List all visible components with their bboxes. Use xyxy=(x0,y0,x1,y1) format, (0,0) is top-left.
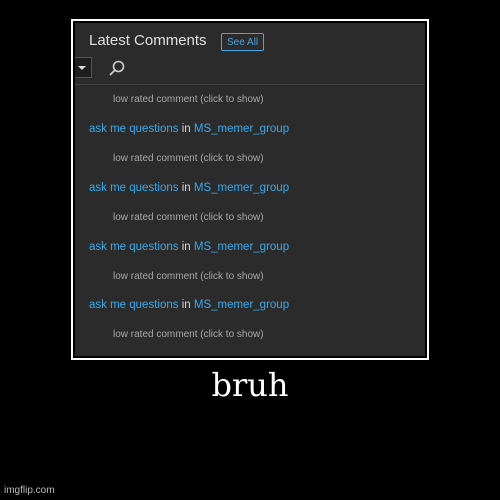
comment-title-link[interactable]: ask me questions xyxy=(89,299,179,311)
imgflip-watermark: imgflip.com xyxy=(4,485,55,496)
header-title: Latest Comments xyxy=(89,32,207,49)
chevron-down-icon xyxy=(78,66,86,70)
comment-row: ask me questions in MS_memer_group xyxy=(75,173,425,202)
comment-title-link[interactable]: ask me questions xyxy=(89,182,179,194)
comment-row: ask me questions in MS_memer_group xyxy=(75,232,425,261)
low-rated-comment[interactable]: low rated comment (click to show) xyxy=(75,261,425,290)
comments-toolbar xyxy=(75,51,425,85)
comment-title-link[interactable]: ask me questions xyxy=(89,123,179,135)
filter-dropdown[interactable] xyxy=(75,57,92,78)
comment-row: ask me questions in MS_memer_group xyxy=(75,291,425,320)
in-label: in xyxy=(181,299,191,312)
see-all-button[interactable]: See All xyxy=(221,33,265,51)
search-icon[interactable] xyxy=(108,59,126,77)
group-link[interactable]: MS_memer_group xyxy=(194,123,289,135)
comment-list: low rated comment (click to show) ask me … xyxy=(75,85,425,350)
low-rated-comment[interactable]: low rated comment (click to show) xyxy=(75,203,425,232)
comments-screenshot: Latest Comments See All low rated commen… xyxy=(75,23,425,356)
group-link[interactable]: MS_memer_group xyxy=(194,299,289,311)
comment-title-link[interactable]: ask me questions xyxy=(89,241,179,253)
group-link[interactable]: MS_memer_group xyxy=(194,182,289,194)
group-link[interactable]: MS_memer_group xyxy=(194,241,289,253)
low-rated-comment[interactable]: low rated comment (click to show) xyxy=(75,320,425,349)
demotivational-frame: Latest Comments See All low rated commen… xyxy=(71,19,429,360)
comment-row: ask me questions in MS_memer_group xyxy=(75,114,425,143)
low-rated-comment[interactable]: low rated comment (click to show) xyxy=(75,85,425,114)
low-rated-comment[interactable]: low rated comment (click to show) xyxy=(75,144,425,173)
meme-caption: bruh xyxy=(211,366,289,404)
in-label: in xyxy=(181,123,191,136)
comments-header: Latest Comments See All xyxy=(75,23,425,51)
in-label: in xyxy=(181,240,191,253)
in-label: in xyxy=(181,181,191,194)
